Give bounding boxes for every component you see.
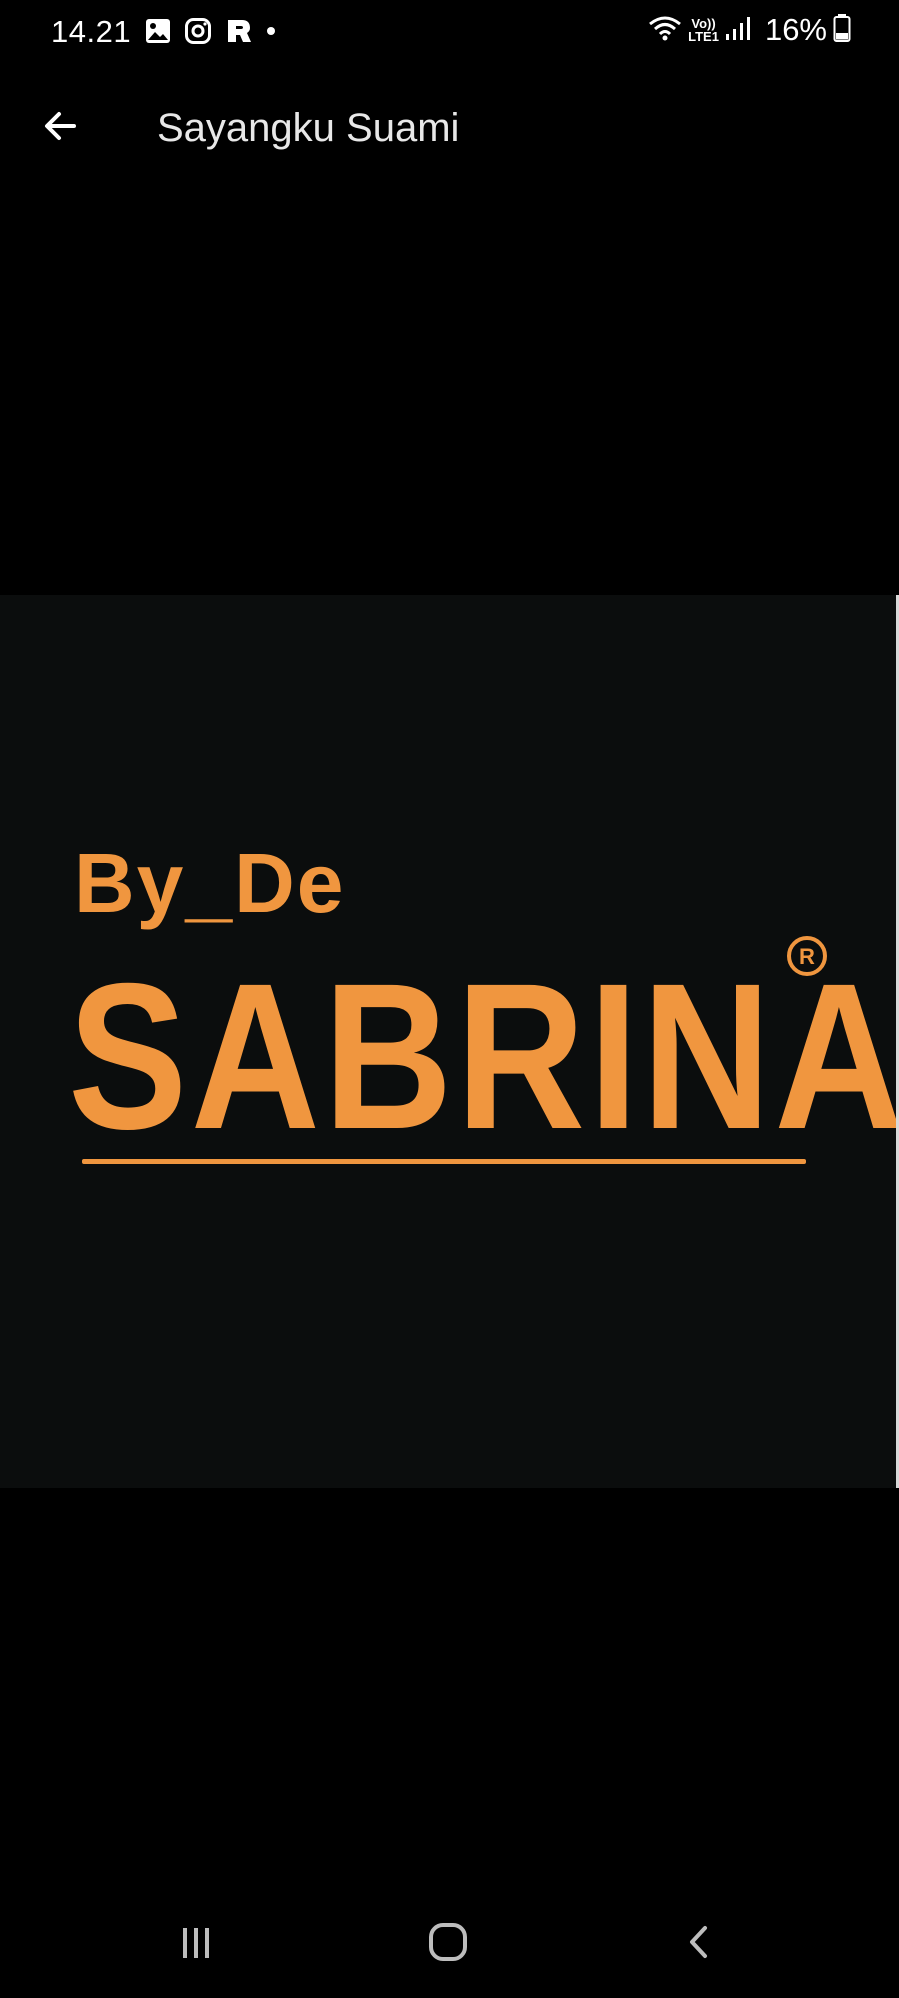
image-icon: [144, 17, 172, 45]
home-button[interactable]: [408, 1914, 488, 1974]
registered-mark-letter: R: [799, 944, 815, 969]
notification-icons: [144, 16, 276, 46]
system-status-icons: Vo)) LTE1 16%: [648, 12, 851, 48]
image-viewer[interactable]: By_De SABRINA R: [0, 595, 899, 1488]
wifi-icon: [648, 14, 682, 47]
logo-main-text: SABRINA: [68, 941, 899, 1173]
back-icon: [680, 1922, 720, 1967]
volte-lte-icon: Vo)) LTE1: [688, 17, 719, 43]
battery-percent: 16%: [764, 12, 827, 47]
lte-label: LTE1: [688, 29, 719, 44]
dot-icon: [266, 26, 276, 36]
recents-button[interactable]: [156, 1914, 236, 1974]
logo-small-text: By_De: [74, 836, 346, 930]
back-button[interactable]: [36, 104, 84, 152]
instagram-icon: [184, 17, 212, 45]
arrow-left-icon: [40, 106, 80, 151]
recents-icon: [176, 1922, 216, 1967]
page-title: Sayangku Suami: [157, 106, 460, 150]
navigation-bar: [0, 1906, 899, 1986]
home-icon: [426, 1920, 470, 1969]
nav-back-button[interactable]: [660, 1914, 740, 1974]
registered-mark-icon: R: [786, 935, 828, 977]
app-bar: Sayangku Suami: [0, 86, 899, 170]
signal-icon: [725, 14, 751, 47]
status-bar: 14.21 Vo)) LTE1 16%: [0, 0, 899, 66]
battery-icon: [833, 13, 851, 48]
status-time: 14.21: [51, 14, 132, 49]
logo-underline: [82, 1159, 806, 1164]
app-notification-icon: [224, 16, 254, 46]
